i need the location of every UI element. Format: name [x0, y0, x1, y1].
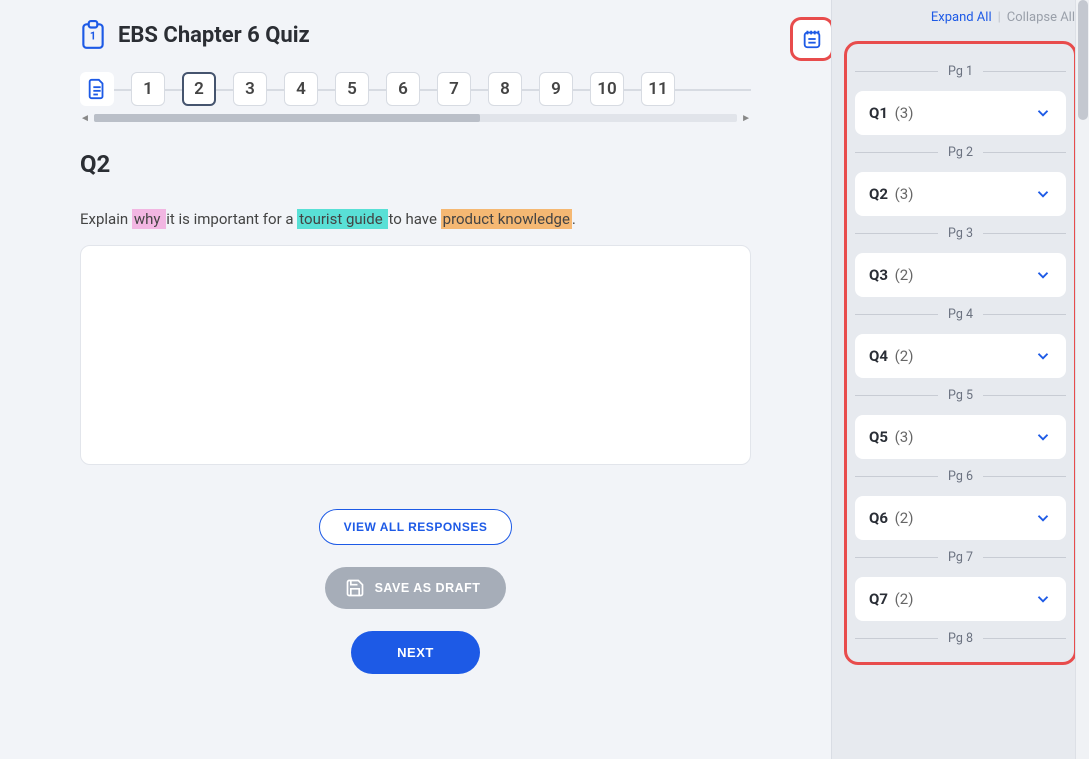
sidebar-scroll-thumb[interactable] — [1078, 0, 1088, 120]
q-count: (2) — [891, 347, 914, 365]
page-nav-1[interactable]: 1 — [131, 72, 165, 106]
highlight-product-knowledge: product knowledge — [441, 209, 572, 229]
page-list: 123456789 10 11 — [80, 72, 751, 112]
q-label: Q2 — [869, 185, 888, 203]
q-label: Q6 — [869, 509, 888, 527]
question-text: Explain why it is important for a touris… — [80, 208, 751, 231]
quiz-title: EBS Chapter 6 Quiz — [118, 23, 310, 48]
scroll-thumb[interactable] — [94, 114, 480, 122]
page-overview-button[interactable] — [80, 72, 114, 106]
expand-all-link[interactable]: Expand All — [931, 10, 992, 25]
page-separator: Pg 8 — [855, 631, 1066, 646]
chevron-down-icon — [1034, 590, 1052, 608]
q-count: (2) — [891, 590, 914, 608]
document-icon — [87, 78, 107, 100]
chevron-down-icon — [1034, 428, 1052, 446]
page-separator: Pg 2 — [855, 145, 1066, 160]
page-nav-8[interactable]: 8 — [488, 72, 522, 106]
view-all-responses-button[interactable]: VIEW ALL RESPONSES — [319, 509, 513, 545]
scroll-left-arrow[interactable]: ◄ — [80, 113, 90, 124]
page-separator: Pg 5 — [855, 388, 1066, 403]
page-nav-6[interactable]: 6 — [386, 72, 420, 106]
page-navigator: 123456789 10 11 ◄ ► — [80, 72, 751, 124]
highlight-tourist-guide: tourist guide — [297, 209, 388, 229]
chevron-down-icon — [1034, 509, 1052, 527]
question-card-q7[interactable]: Q7 (2) — [855, 577, 1066, 621]
qt-part: it is important for a — [166, 210, 297, 228]
q-count: (3) — [891, 185, 914, 203]
page-separator: Pg 4 — [855, 307, 1066, 322]
scroll-right-arrow[interactable]: ► — [741, 113, 751, 124]
q-label: Q7 — [869, 590, 888, 608]
page-nav-2[interactable]: 2 — [182, 72, 216, 106]
notepad-icon — [801, 28, 823, 50]
question-card-q3[interactable]: Q3 (2) — [855, 253, 1066, 297]
page-separator: Pg 7 — [855, 550, 1066, 565]
page-separator: Pg 3 — [855, 226, 1066, 241]
next-button[interactable]: NEXT — [351, 631, 480, 674]
question-card-q6[interactable]: Q6 (2) — [855, 496, 1066, 540]
question-heading: Q2 — [80, 150, 751, 178]
question-card-q2[interactable]: Q2 (3) — [855, 172, 1066, 216]
main-content: 1 EBS Chapter 6 Quiz 1234567891011 ◄ — [0, 0, 831, 759]
qt-part: . — [572, 210, 576, 228]
q-count: (2) — [891, 509, 914, 527]
save-icon — [345, 578, 365, 598]
clipboard-icon: 1 — [80, 20, 106, 50]
q-label: Q1 — [869, 104, 888, 122]
page-separator: Pg 6 — [855, 469, 1066, 484]
pager-scrollbar[interactable]: ◄ ► — [80, 112, 751, 124]
q-label: Q5 — [869, 428, 888, 446]
title-row: 1 EBS Chapter 6 Quiz — [80, 20, 751, 50]
highlight-why: why — [132, 209, 166, 229]
qt-part: to have — [388, 210, 440, 228]
sidebar-scrollbar[interactable] — [1075, 0, 1089, 759]
scroll-track[interactable] — [94, 114, 737, 122]
q-label: Q3 — [869, 266, 888, 284]
chevron-down-icon — [1034, 185, 1052, 203]
q-label: Q4 — [869, 347, 888, 365]
chevron-down-icon — [1034, 347, 1052, 365]
answer-textarea[interactable] — [80, 245, 751, 465]
page-nav-3[interactable]: 3 — [233, 72, 267, 106]
action-buttons: VIEW ALL RESPONSES SAVE AS DRAFT NEXT — [80, 509, 751, 674]
page-nav-9[interactable]: 9 — [539, 72, 573, 106]
page-nav-4[interactable]: 4 — [284, 72, 318, 106]
qt-part: Explain — [80, 210, 132, 228]
q-count: (2) — [891, 266, 914, 284]
question-list-highlight: Pg 1 Q1 (3) Pg 2 Q2 (3) Pg 3 Q3 (2) Pg 4 Q4 (2)… — [844, 41, 1077, 665]
svg-text:1: 1 — [90, 29, 96, 42]
collapse-all-link[interactable]: Collapse All — [1007, 10, 1075, 25]
page-nav-5[interactable]: 5 — [335, 72, 369, 106]
page-separator: Pg 1 — [855, 64, 1066, 79]
notes-toggle-button[interactable] — [793, 20, 831, 58]
question-sidebar: Expand All | Collapse All Pg 1 Q1 (3) Pg 2… — [831, 0, 1089, 759]
chevron-down-icon — [1034, 266, 1052, 284]
question-card-q1[interactable]: Q1 (3) — [855, 91, 1066, 135]
save-draft-button[interactable]: SAVE AS DRAFT — [325, 567, 507, 609]
sidebar-controls: Expand All | Collapse All — [832, 0, 1089, 31]
sidebar-scroll-area[interactable]: Pg 1 Q1 (3) Pg 2 Q2 (3) Pg 3 Q3 (2) Pg 4 Q4 (2)… — [832, 31, 1089, 759]
page-nav-10[interactable]: 10 — [590, 72, 624, 106]
divider: | — [998, 10, 1001, 25]
page-nav-7[interactable]: 7 — [437, 72, 471, 106]
page-nav-11[interactable]: 11 — [641, 72, 675, 106]
q-count: (3) — [891, 428, 914, 446]
save-draft-label: SAVE AS DRAFT — [375, 581, 481, 595]
chevron-down-icon — [1034, 104, 1052, 122]
question-card-q5[interactable]: Q5 (3) — [855, 415, 1066, 459]
q-count: (3) — [891, 104, 914, 122]
question-card-q4[interactable]: Q4 (2) — [855, 334, 1066, 378]
